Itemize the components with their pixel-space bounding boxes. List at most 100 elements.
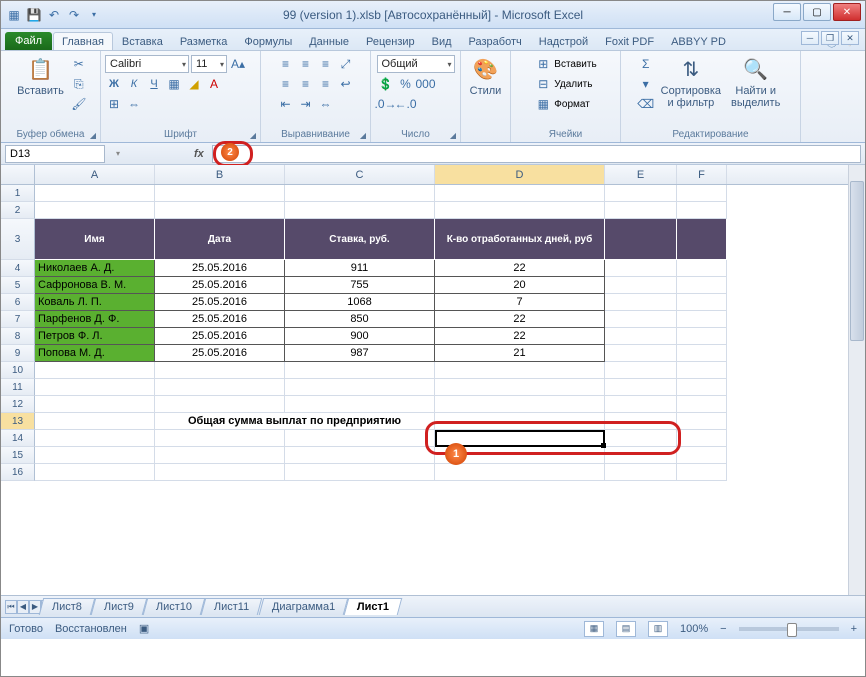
cell-D6[interactable]: 7 <box>435 294 605 311</box>
grow-font-icon[interactable]: A▴ <box>229 55 247 73</box>
cell-F9[interactable] <box>677 345 727 362</box>
comma-icon[interactable]: 000 <box>417 75 435 93</box>
cell-E11[interactable] <box>605 379 677 396</box>
cell-C10[interactable] <box>285 362 435 379</box>
cell-D7[interactable]: 22 <box>435 311 605 328</box>
cell-B11[interactable] <box>155 379 285 396</box>
sheet-tab-Лист10[interactable]: Лист10 <box>143 598 206 615</box>
row-header-16[interactable]: 16 <box>1 464 35 481</box>
italic-icon[interactable]: К <box>125 75 143 93</box>
paste-button[interactable]: 📋 Вставить <box>13 55 68 99</box>
tab-data[interactable]: Данные <box>301 33 357 50</box>
row-header-15[interactable]: 15 <box>1 447 35 464</box>
decrease-indent-icon[interactable]: ⇤ <box>277 95 295 113</box>
cell-F15[interactable] <box>677 447 727 464</box>
name-box[interactable]: D13 <box>5 145 105 163</box>
cell-D2[interactable] <box>435 202 605 219</box>
tab-insert[interactable]: Вставка <box>114 33 171 50</box>
zoom-out-icon[interactable]: − <box>720 623 726 635</box>
cell-B15[interactable] <box>155 447 285 464</box>
vertical-scrollbar[interactable] <box>848 165 865 595</box>
cell-A8[interactable]: Петров Ф. Л. <box>35 328 155 345</box>
row-header-13[interactable]: 13 <box>1 413 35 430</box>
sheet-tab-Лист8[interactable]: Лист8 <box>39 598 96 615</box>
view-normal-icon[interactable]: ▦ <box>584 621 604 637</box>
cell-C15[interactable] <box>285 447 435 464</box>
bold-icon[interactable]: Ж <box>105 75 123 93</box>
row-header-7[interactable]: 7 <box>1 311 35 328</box>
cell-C9[interactable]: 987 <box>285 345 435 362</box>
find-select-button[interactable]: 🔍 Найти и выделить <box>727 55 784 111</box>
cell-B13[interactable]: Общая сумма выплат по предприятию <box>155 413 435 430</box>
sheet-tab-Лист9[interactable]: Лист9 <box>91 598 148 615</box>
cell-A9[interactable]: Попова М. Д. <box>35 345 155 362</box>
cell-A13[interactable] <box>35 413 155 430</box>
cut-icon[interactable]: ✂ <box>70 55 88 73</box>
cell-F6[interactable] <box>677 294 727 311</box>
view-pagebreak-icon[interactable]: ▥ <box>648 621 668 637</box>
cell-B3[interactable]: Дата <box>155 219 285 260</box>
format-cells-label[interactable]: Формат <box>554 99 590 110</box>
doc-close-button[interactable]: ✕ <box>841 31 859 45</box>
borders-icon[interactable]: ⊞ <box>105 95 123 113</box>
merge-icon[interactable]: ⇔ <box>125 95 143 113</box>
cell-E10[interactable] <box>605 362 677 379</box>
align-top-icon[interactable]: ≡ <box>277 55 295 73</box>
doc-minimize-button[interactable]: ─ <box>801 31 819 45</box>
row-header-14[interactable]: 14 <box>1 430 35 447</box>
format-painter-icon[interactable]: 🖌 <box>70 95 88 113</box>
cell-A16[interactable] <box>35 464 155 481</box>
cell-A6[interactable]: Коваль Л. П. <box>35 294 155 311</box>
cell-D3[interactable]: К-во отработанных дней, руб <box>435 219 605 260</box>
cell-A7[interactable]: Парфенов Д. Ф. <box>35 311 155 328</box>
cell-C6[interactable]: 1068 <box>285 294 435 311</box>
cell-B10[interactable] <box>155 362 285 379</box>
cell-E16[interactable] <box>605 464 677 481</box>
macro-record-icon[interactable]: ▣ <box>139 622 149 635</box>
cell-E1[interactable] <box>605 185 677 202</box>
cell-D12[interactable] <box>435 396 605 413</box>
col-header-F[interactable]: F <box>677 165 727 184</box>
cell-E4[interactable] <box>605 260 677 277</box>
number-format-combo[interactable]: Общий <box>377 55 455 73</box>
zoom-slider[interactable] <box>739 627 839 631</box>
row-header-10[interactable]: 10 <box>1 362 35 379</box>
cell-B5[interactable]: 25.05.2016 <box>155 277 285 294</box>
percent-icon[interactable]: % <box>397 75 415 93</box>
redo-icon[interactable]: ↷ <box>65 6 83 24</box>
cell-E2[interactable] <box>605 202 677 219</box>
cell-A10[interactable] <box>35 362 155 379</box>
styles-button[interactable]: 🎨 Стили <box>466 55 506 99</box>
tab-first-icon[interactable]: ⏮ <box>5 600 17 614</box>
insert-cells-label[interactable]: Вставить <box>554 59 596 70</box>
row-header-2[interactable]: 2 <box>1 202 35 219</box>
cell-B9[interactable]: 25.05.2016 <box>155 345 285 362</box>
formula-input[interactable] <box>212 145 861 163</box>
cell-B8[interactable]: 25.05.2016 <box>155 328 285 345</box>
number-launcher-icon[interactable]: ◢ <box>448 130 458 140</box>
cell-D8[interactable]: 22 <box>435 328 605 345</box>
underline-icon[interactable]: Ч <box>145 75 163 93</box>
merge-cells-icon[interactable]: ⇔ <box>317 95 335 113</box>
font-color-icon[interactable]: A <box>205 75 223 93</box>
maximize-button[interactable]: ▢ <box>803 3 831 21</box>
tab-foxit[interactable]: Foxit PDF <box>597 33 662 50</box>
cell-F16[interactable] <box>677 464 727 481</box>
cell-D4[interactable]: 22 <box>435 260 605 277</box>
cell-F12[interactable] <box>677 396 727 413</box>
cell-A1[interactable] <box>35 185 155 202</box>
tab-review[interactable]: Рецензир <box>358 33 423 50</box>
cell-C4[interactable]: 911 <box>285 260 435 277</box>
cell-F2[interactable] <box>677 202 727 219</box>
row-header-9[interactable]: 9 <box>1 345 35 362</box>
row-header-3[interactable]: 3 <box>1 219 35 260</box>
col-header-C[interactable]: C <box>285 165 435 184</box>
cell-F13[interactable] <box>677 413 727 430</box>
sort-filter-button[interactable]: ⇅ Сортировка и фильтр <box>657 55 725 111</box>
delete-cells-icon[interactable]: ⊟ <box>534 75 552 93</box>
insert-cells-icon[interactable]: ⊞ <box>534 55 552 73</box>
doc-restore-button[interactable]: ❐ <box>821 31 839 45</box>
cell-E7[interactable] <box>605 311 677 328</box>
sheet-tab-Лист11[interactable]: Лист11 <box>201 598 263 615</box>
cell-E8[interactable] <box>605 328 677 345</box>
